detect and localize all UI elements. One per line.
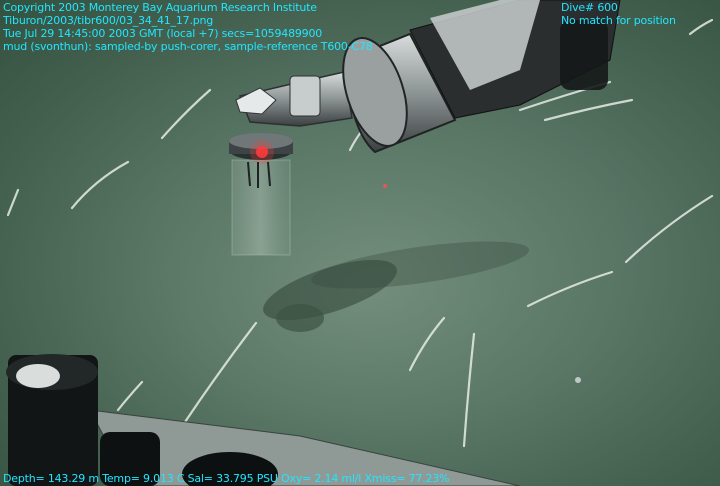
particle [575, 377, 581, 383]
annotation-text: mud (svonthun): sampled-by push-corer, s… [3, 40, 373, 53]
arm-cylinder [560, 20, 608, 90]
core-tube [231, 159, 291, 256]
overlay-top-right: Dive# 600 No match for position [561, 1, 676, 27]
wrist-joint [289, 75, 321, 117]
overlay-top-left: Copyright 2003 Monterey Bay Aquarium Res… [3, 1, 373, 53]
sensor-readout: Depth= 143.29 m Temp= 9.013 C Sal= 33.79… [3, 472, 450, 485]
core-hole [276, 304, 324, 332]
seafloor-scene [0, 0, 720, 486]
dive-number-text: Dive# 600 [561, 1, 618, 14]
file-path-text: Tiburon/2003/tibr600/03_34_41_17.png [3, 14, 214, 27]
timestamp-text: Tue Jul 29 14:45:00 2003 GMT (local +7) … [3, 27, 323, 40]
position-status-text: No match for position [561, 14, 676, 27]
rov-label-disk [16, 364, 60, 388]
copyright-text: Copyright 2003 Monterey Bay Aquarium Res… [3, 1, 317, 14]
laser-dot-2 [383, 184, 387, 188]
laser-glow [250, 140, 274, 164]
underwater-photo: Copyright 2003 Monterey Bay Aquarium Res… [0, 0, 720, 486]
